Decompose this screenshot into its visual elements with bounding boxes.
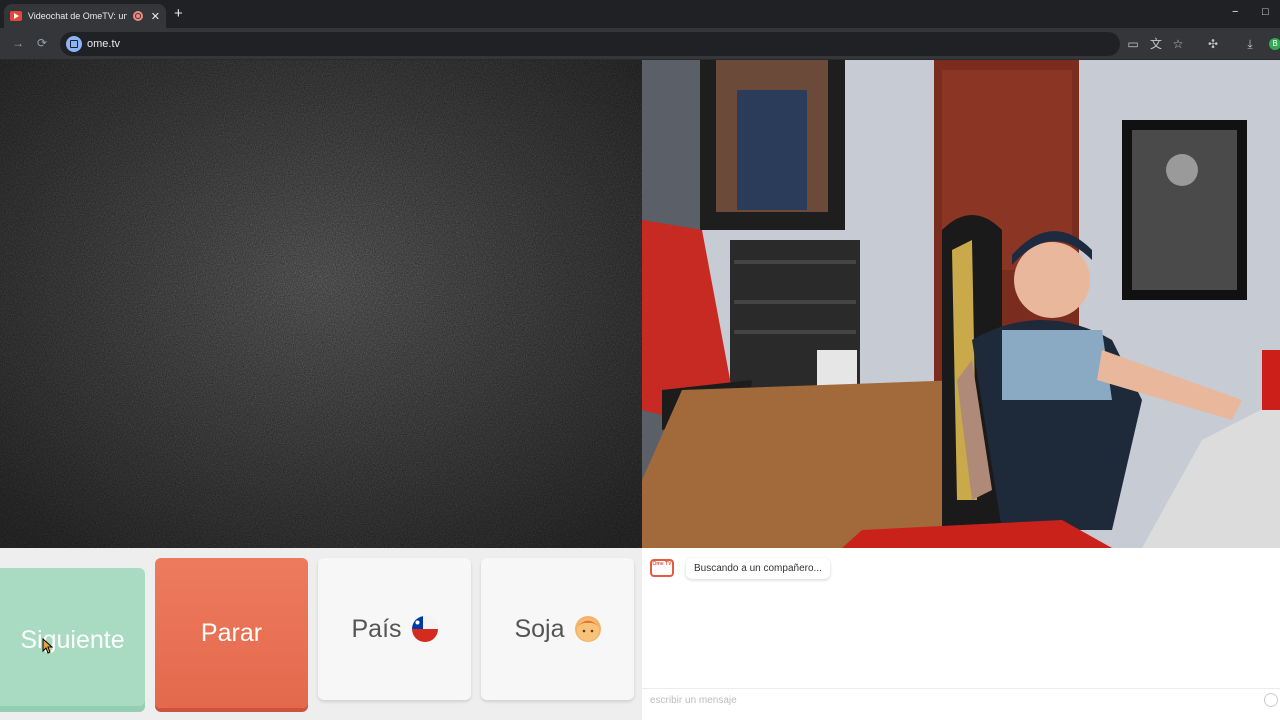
reload-icon[interactable]: ⟳ [37,36,47,50]
recording-icon [132,11,143,21]
browser-tabbar: Videochat de OmeTV: una a ✕ + − □ [0,0,1280,28]
gender-button[interactable]: Soja [481,558,634,700]
browser-toolbar: → ⟳ ome.tv ▭ 文 ☆ ✣ ⤓ B [0,28,1280,60]
gender-label: Soja [514,614,565,643]
next-button[interactable]: Siguiente [0,568,145,712]
youtube-icon [10,11,22,21]
boy-face-icon [574,616,601,642]
mouse-cursor-icon [42,638,54,654]
chile-flag-icon [411,616,438,642]
forward-icon[interactable]: → [12,36,24,50]
extensions-icon[interactable]: ✣ [1206,37,1220,51]
country-button[interactable]: País [318,558,471,700]
cast-icon[interactable]: ▭ [1126,37,1140,51]
site-info-icon[interactable] [66,36,82,52]
emoji-icon[interactable] [1264,693,1278,707]
minimize-button[interactable]: − [1232,6,1238,18]
country-label: País [351,614,402,643]
self-video [642,60,1280,548]
download-icon[interactable]: ⤓ [1243,37,1257,51]
static-noise [0,60,642,548]
star-icon[interactable]: ☆ [1171,37,1185,51]
profile-avatar[interactable]: B [1269,38,1280,50]
url-text[interactable]: ome.tv [87,38,120,50]
chat-input-bar [642,688,1280,712]
new-tab-button[interactable]: + [174,5,183,22]
ometv-logo: Ome TV [650,559,674,577]
stop-button[interactable]: Parar [155,558,308,708]
maximize-button[interactable]: □ [1262,6,1269,18]
webcam-scene [642,60,1280,548]
tab-close-button[interactable]: ✕ [151,10,160,23]
tab-title: Videochat de OmeTV: una a [27,11,127,21]
message-input[interactable] [642,689,1242,711]
address-bar[interactable] [60,32,1120,56]
translate-icon[interactable]: 文 [1149,37,1163,51]
browser-tab[interactable]: Videochat de OmeTV: una a ✕ [4,4,166,28]
status-message: Buscando a un compañero... [686,558,830,579]
stop-label: Parar [200,618,263,647]
chat-panel: Ome TV Buscando a un compañero... [642,548,1280,720]
next-label: Siguiente [20,625,125,654]
stranger-video [0,60,642,548]
